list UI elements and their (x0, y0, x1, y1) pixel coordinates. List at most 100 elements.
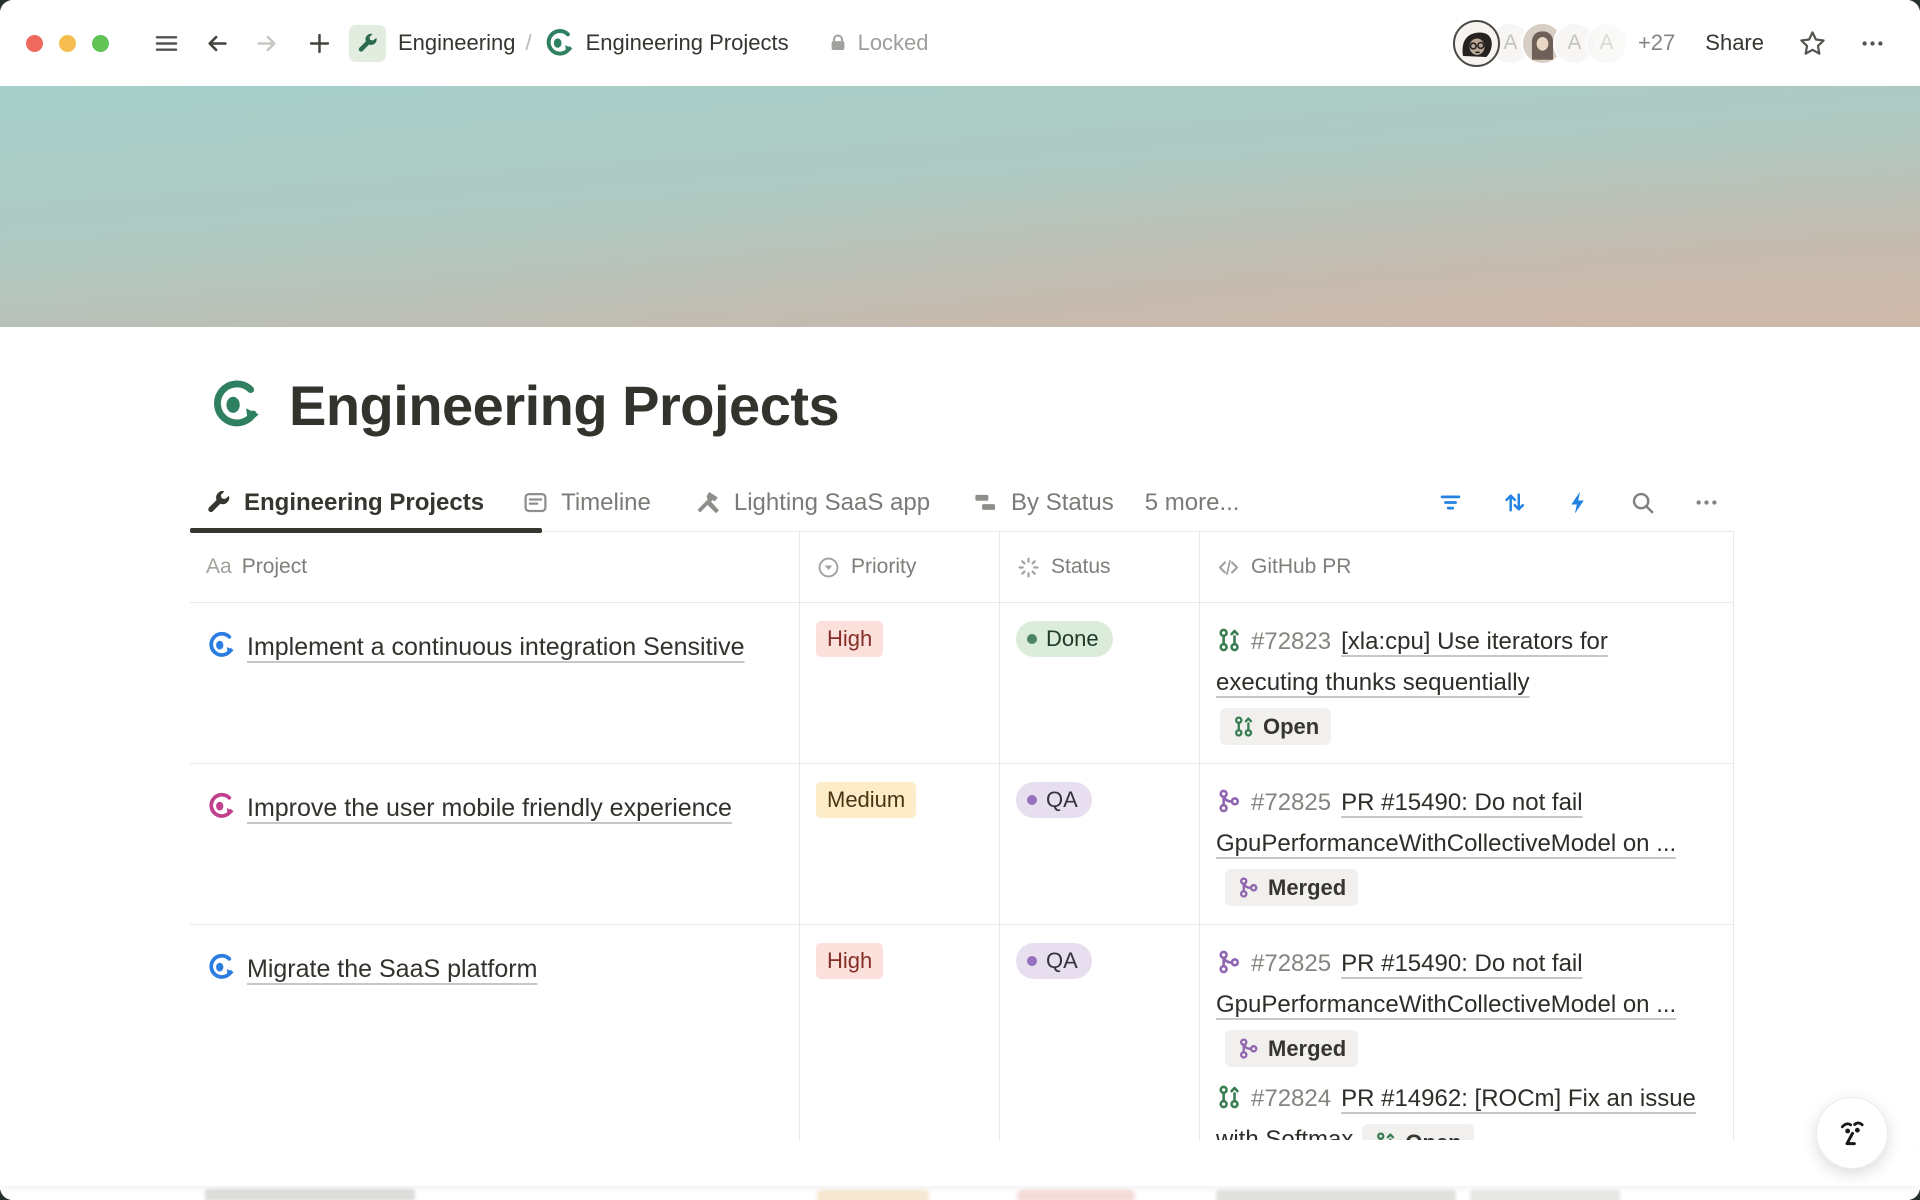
cell-priority[interactable]: High (800, 603, 1000, 763)
share-button[interactable]: Share (1705, 30, 1764, 56)
locked-label: Locked (858, 30, 929, 56)
table-row: Improve the user mobile friendly experie… (190, 764, 1734, 925)
plus-icon (306, 30, 333, 57)
cell-project[interactable]: Implement a continuous integration Sensi… (190, 603, 800, 763)
column-header-status[interactable]: Status (1000, 532, 1200, 602)
pr-badge-label: Merged (1268, 1028, 1346, 1069)
presence-overflow-count[interactable]: +27 (1638, 30, 1675, 56)
close-window-button[interactable] (26, 35, 43, 52)
minimize-window-button[interactable] (59, 35, 76, 52)
view-options-button[interactable] (1693, 489, 1720, 516)
more-views-button[interactable]: 5 more... (1145, 489, 1240, 517)
breadcrumb-separator: / (525, 30, 531, 56)
pr-number: #72825 (1251, 950, 1331, 977)
breadcrumb-teamspace[interactable]: Engineering (349, 25, 515, 62)
view-actions (1437, 489, 1734, 516)
tab-label: Engineering Projects (244, 489, 484, 517)
cell-project[interactable]: Improve the user mobile friendly experie… (190, 764, 800, 924)
priority-tag: High (816, 943, 883, 979)
ellipsis-icon (1859, 30, 1886, 57)
filter-icon (1437, 489, 1464, 516)
status-tag: QA (1016, 782, 1092, 818)
status-label: QA (1046, 782, 1078, 818)
new-page-button[interactable] (306, 30, 333, 57)
page-cover-image[interactable] (0, 86, 1920, 327)
column-label: Priority (851, 555, 916, 579)
pr-entry: #72825PR #15490: Do not fail GpuPerforma… (1216, 782, 1717, 906)
avatar[interactable] (1453, 20, 1500, 67)
sidebar-toggle-button[interactable] (153, 30, 180, 57)
sort-button[interactable] (1501, 489, 1528, 516)
status-dot (1027, 795, 1037, 805)
pull-request-merged-icon (1237, 1037, 1260, 1060)
favorite-button[interactable] (1798, 29, 1827, 58)
search-icon (1629, 489, 1656, 516)
cell-status[interactable]: Done (1000, 603, 1200, 763)
back-arrow-icon (204, 30, 231, 57)
breadcrumb-teamspace-label: Engineering (398, 30, 515, 56)
pr-number: #72824 (1251, 1085, 1331, 1112)
pr-status-badge[interactable]: Open (1220, 708, 1331, 745)
text-icon: Aa (206, 555, 232, 579)
notion-ai-button[interactable] (1816, 1097, 1888, 1169)
column-header-github-pr[interactable]: GitHub PR (1200, 532, 1734, 602)
filter-button[interactable] (1437, 489, 1464, 516)
column-header-priority[interactable]: Priority (800, 532, 1000, 602)
more-options-button[interactable] (1859, 30, 1886, 57)
pr-badge-label: Merged (1268, 867, 1346, 908)
timeline-icon (522, 489, 549, 516)
page-header: Engineering Projects (206, 373, 1920, 438)
column-header-project[interactable]: Aa Project (190, 532, 800, 602)
project-title-link[interactable]: Implement a continuous integration Sensi… (247, 633, 745, 661)
status-tag: QA (1016, 943, 1092, 979)
hammer-icon (695, 489, 722, 516)
search-button[interactable] (1629, 489, 1656, 516)
page-title[interactable]: Engineering Projects (289, 373, 839, 438)
pr-entry: #72823[xla:cpu] Use iterators for execut… (1216, 621, 1717, 745)
pr-entry: #72825PR #15490: Do not fail GpuPerforma… (1216, 943, 1717, 1067)
select-icon (816, 555, 841, 580)
partial-next-row (0, 1186, 1920, 1200)
tab-label: Timeline (561, 489, 651, 517)
status-icon (1016, 555, 1041, 580)
forward-button[interactable] (253, 30, 280, 57)
cell-status[interactable]: QA (1000, 764, 1200, 924)
tab-by-status[interactable]: By Status (957, 474, 1129, 531)
cell-github-pr[interactable]: #72825PR #15490: Do not fail GpuPerforma… (1200, 764, 1734, 924)
traffic-lights (26, 35, 109, 52)
tab-timeline[interactable]: Timeline (507, 474, 666, 531)
cell-github-pr[interactable]: #72823[xla:cpu] Use iterators for execut… (1200, 603, 1734, 763)
pull-request-open-icon (1216, 625, 1242, 651)
priority-tag: High (816, 621, 883, 657)
page-icon-large[interactable] (206, 377, 263, 434)
breadcrumb-page[interactable]: Engineering Projects (542, 27, 789, 60)
back-button[interactable] (204, 30, 231, 57)
wrench-icon (205, 489, 232, 516)
project-title-link[interactable]: Migrate the SaaS platform (247, 955, 537, 983)
tab-lighting-saas-app[interactable]: Lighting SaaS app (680, 474, 945, 531)
pull-request-merged-icon (1216, 786, 1242, 812)
pull-request-open-icon (1216, 1082, 1242, 1108)
lightning-icon (1565, 489, 1592, 516)
cell-priority[interactable]: Medium (800, 764, 1000, 924)
presence-avatars[interactable]: A A A (1453, 20, 1628, 67)
board-icon (972, 489, 999, 516)
pr-badge-label: Open (1263, 706, 1319, 747)
zoom-window-button[interactable] (92, 35, 109, 52)
project-title-link[interactable]: Improve the user mobile friendly experie… (247, 794, 732, 822)
bottom-overlay (0, 1140, 1920, 1186)
pr-number: #72825 (1251, 789, 1331, 816)
status-dot (1027, 634, 1037, 644)
peek-priority-chip (817, 1190, 929, 1200)
avatar[interactable]: A (1585, 22, 1628, 65)
tab-label: Lighting SaaS app (734, 489, 930, 517)
locked-indicator[interactable]: Locked (827, 30, 929, 56)
pr-status-badge[interactable]: Merged (1225, 869, 1358, 906)
tab-engineering-projects[interactable]: Engineering Projects (190, 474, 499, 531)
automations-button[interactable] (1565, 489, 1592, 516)
notion-window: Engineering / Engineering Projects Locke… (0, 0, 1920, 1200)
pr-status-badge[interactable]: Merged (1225, 1030, 1358, 1067)
pull-request-merged-icon (1237, 876, 1260, 899)
project-page-icon (205, 791, 236, 822)
peek-pr-text (1470, 1190, 1620, 1200)
